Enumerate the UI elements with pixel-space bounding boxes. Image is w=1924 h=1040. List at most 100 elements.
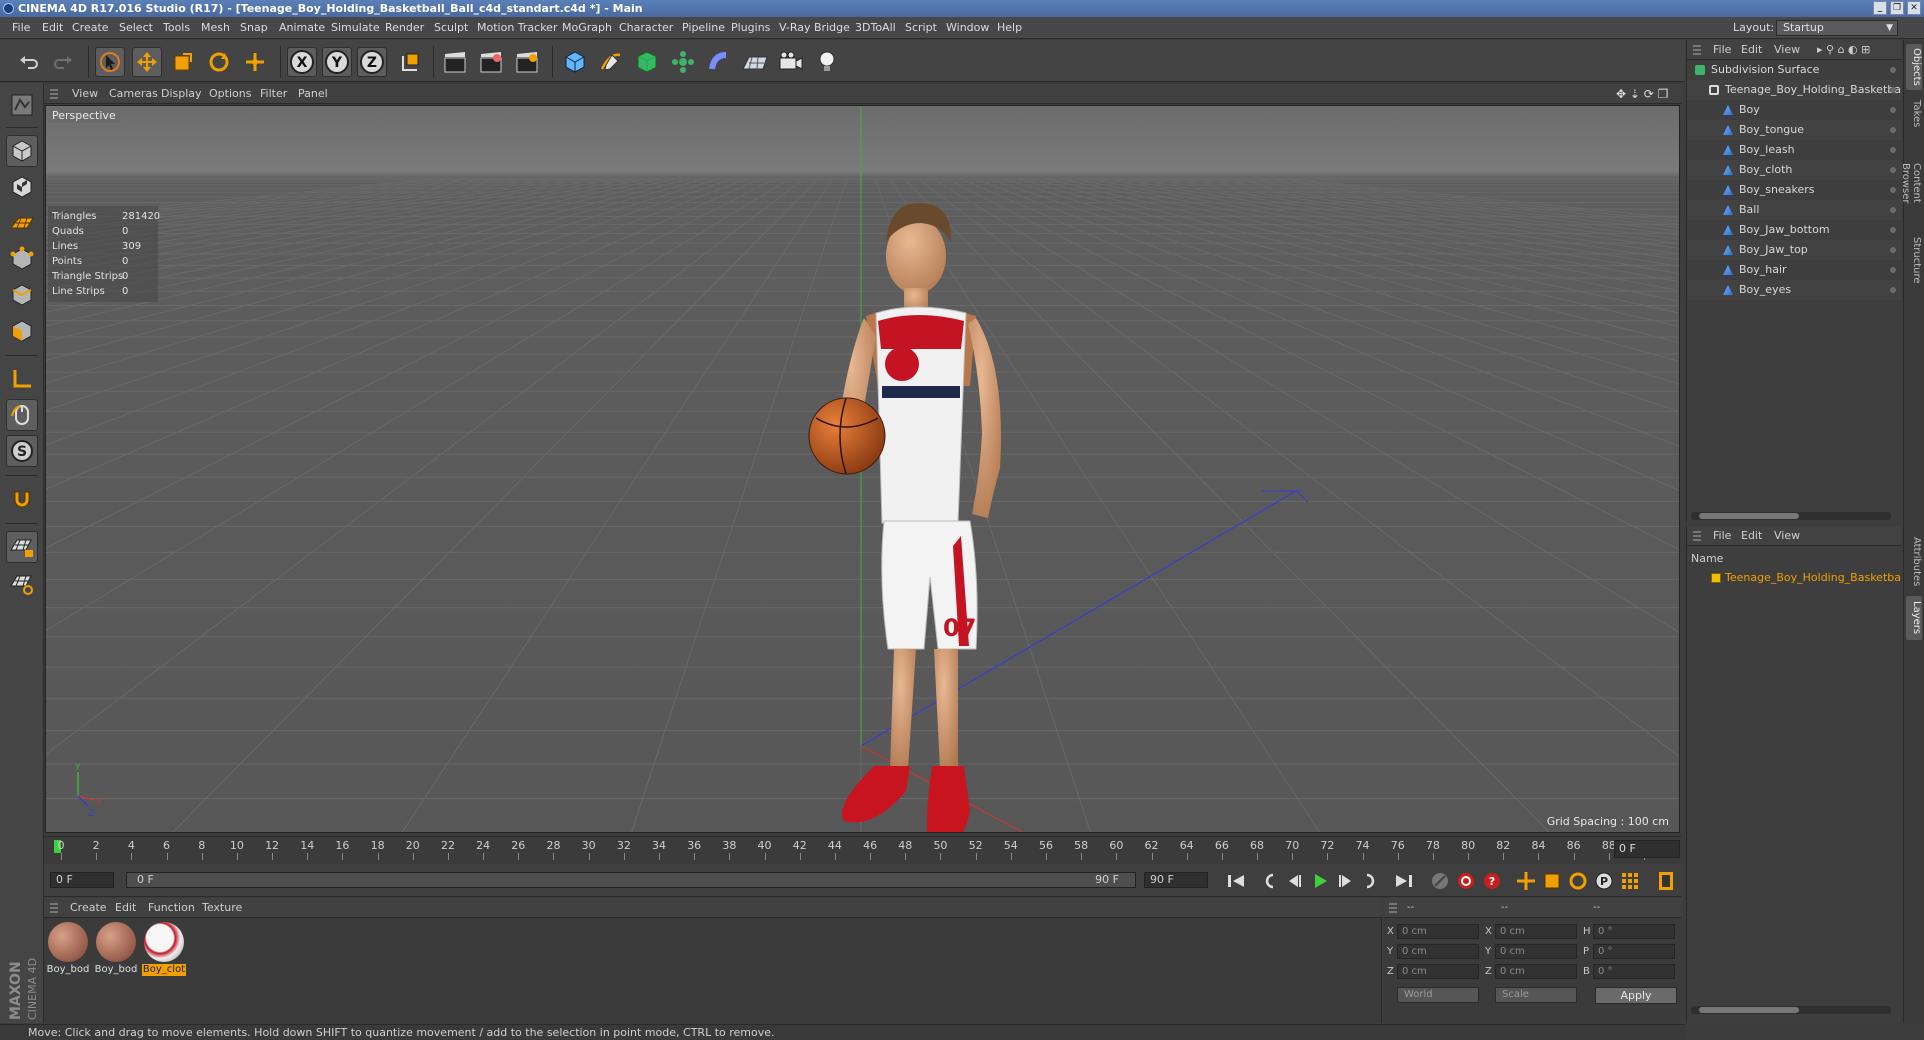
object-tree-row[interactable]: Boy bbox=[1687, 100, 1902, 120]
visibility-dot-icon[interactable] bbox=[1890, 227, 1896, 233]
next-key-button[interactable] bbox=[1360, 870, 1384, 892]
previous-frame-button[interactable] bbox=[1282, 870, 1306, 892]
start-frame-field[interactable]: 0 F bbox=[50, 872, 114, 888]
viewport-nav-icons[interactable]: ✥ ⇣ ⟳ ❐ bbox=[1616, 87, 1668, 101]
locked-workplane-button[interactable] bbox=[6, 531, 38, 563]
tab-structure[interactable]: Structure bbox=[1906, 232, 1922, 288]
menu-tools[interactable]: Tools bbox=[163, 17, 190, 39]
timeline-layout-button[interactable] bbox=[1654, 870, 1678, 892]
tab-attributes[interactable]: Attributes bbox=[1906, 532, 1922, 592]
render-view-button[interactable] bbox=[440, 47, 470, 77]
material-menu-edit[interactable]: Edit bbox=[115, 898, 136, 918]
render-settings-button[interactable] bbox=[512, 47, 542, 77]
size-z-field[interactable]: 0 cm bbox=[1495, 964, 1577, 979]
tweak-mode-button[interactable] bbox=[6, 399, 38, 431]
z-axis-lock-button[interactable]: Z bbox=[357, 47, 387, 77]
redo-button[interactable] bbox=[48, 47, 78, 77]
material-swatch[interactable]: Boy_bod bbox=[94, 922, 138, 980]
viewport-menu-cameras[interactable]: Cameras bbox=[109, 84, 158, 104]
key-pla-button[interactable] bbox=[1618, 870, 1642, 892]
model-mode-button[interactable] bbox=[6, 135, 38, 167]
size-x-field[interactable]: 0 cm bbox=[1495, 924, 1577, 939]
close-button[interactable]: ✕ bbox=[1907, 1, 1921, 15]
object-tree-row[interactable]: Boy_cloth bbox=[1687, 160, 1902, 180]
object-menu-view[interactable]: View bbox=[1774, 40, 1800, 60]
object-manager-scrollbar[interactable] bbox=[1691, 512, 1891, 520]
object-tree-row[interactable]: Boy_Jaw_bottom bbox=[1687, 220, 1902, 240]
visibility-dot-icon[interactable] bbox=[1890, 287, 1896, 293]
material-menu-create[interactable]: Create bbox=[70, 898, 107, 918]
menu-3dtoall[interactable]: 3DToAll bbox=[855, 17, 896, 39]
points-mode-button[interactable] bbox=[6, 243, 38, 275]
previous-key-button[interactable] bbox=[1256, 870, 1280, 892]
rotation-b-field[interactable]: 0 ° bbox=[1593, 964, 1675, 979]
record-keys-button[interactable] bbox=[1428, 870, 1452, 892]
visibility-dot-icon[interactable] bbox=[1890, 147, 1896, 153]
key-parameter-button[interactable]: P bbox=[1592, 870, 1616, 892]
frame-range-slider[interactable]: 0 F 90 F bbox=[126, 872, 1136, 888]
object-menu-file[interactable]: File bbox=[1713, 40, 1731, 60]
x-axis-lock-button[interactable]: X bbox=[287, 47, 317, 77]
material-menu-texture[interactable]: Texture bbox=[202, 898, 242, 918]
scale-tool-button[interactable] bbox=[168, 47, 198, 77]
menu-pipeline[interactable]: Pipeline bbox=[682, 17, 725, 39]
visibility-dot-icon[interactable] bbox=[1890, 267, 1896, 273]
axis-mode-button[interactable] bbox=[6, 363, 38, 395]
object-menu-edit[interactable]: Edit bbox=[1741, 40, 1762, 60]
layer-menu-edit[interactable]: Edit bbox=[1741, 526, 1762, 546]
add-light-button[interactable] bbox=[812, 47, 842, 77]
menu-edit[interactable]: Edit bbox=[42, 17, 63, 39]
layer-row[interactable]: Teenage_Boy_Holding_Basketball_B bbox=[1687, 568, 1902, 588]
go-to-end-button[interactable] bbox=[1392, 870, 1416, 892]
object-tree-row[interactable]: Boy_leash bbox=[1687, 140, 1902, 160]
y-axis-lock-button[interactable]: Y bbox=[322, 47, 352, 77]
key-rotation-button[interactable] bbox=[1566, 870, 1590, 892]
menu-mograph[interactable]: MoGraph bbox=[562, 17, 612, 39]
visibility-dot-icon[interactable] bbox=[1890, 207, 1896, 213]
key-position-button[interactable] bbox=[1514, 870, 1538, 892]
rotation-h-field[interactable]: 0 ° bbox=[1593, 924, 1675, 939]
planar-workplane-button[interactable] bbox=[6, 567, 38, 599]
menu-character[interactable]: Character bbox=[619, 17, 673, 39]
visibility-dot-icon[interactable] bbox=[1890, 127, 1896, 133]
object-tree-row[interactable]: Boy_eyes bbox=[1687, 280, 1902, 300]
layout-dropdown[interactable]: Startup ▼ bbox=[1776, 20, 1898, 36]
snapping-button[interactable]: S bbox=[6, 435, 38, 467]
menu-vray-bridge[interactable]: V-Ray Bridge bbox=[779, 17, 850, 39]
menu-select[interactable]: Select bbox=[119, 17, 153, 39]
position-x-field[interactable]: 0 cm bbox=[1397, 924, 1479, 939]
move-tool-button[interactable] bbox=[132, 47, 162, 77]
magnet-tool-button[interactable] bbox=[6, 483, 38, 515]
key-scale-button[interactable] bbox=[1540, 870, 1564, 892]
menu-simulate[interactable]: Simulate bbox=[331, 17, 380, 39]
visibility-dot-icon[interactable] bbox=[1890, 87, 1896, 93]
edges-mode-button[interactable] bbox=[6, 279, 38, 311]
menu-help[interactable]: Help bbox=[997, 17, 1022, 39]
autokey-button[interactable] bbox=[1454, 870, 1478, 892]
viewport-menu-filter[interactable]: Filter bbox=[260, 84, 287, 104]
object-tree-row[interactable]: Boy_hair bbox=[1687, 260, 1902, 280]
tab-takes[interactable]: Takes bbox=[1906, 94, 1922, 134]
menu-plugins[interactable]: Plugins bbox=[731, 17, 770, 39]
object-tree-row[interactable]: Ball bbox=[1687, 200, 1902, 220]
object-tree-row[interactable]: Boy_sneakers bbox=[1687, 180, 1902, 200]
polygons-mode-button[interactable] bbox=[6, 315, 38, 347]
menu-sculpt[interactable]: Sculpt bbox=[434, 17, 468, 39]
object-tree-row[interactable]: Teenage_Boy_Holding_Basketball_ bbox=[1687, 80, 1902, 100]
add-cube-button[interactable] bbox=[560, 47, 590, 77]
menu-create[interactable]: Create bbox=[72, 17, 109, 39]
object-tree-row[interactable]: Subdivision Surface bbox=[1687, 60, 1902, 80]
end-frame-field[interactable]: 90 F bbox=[1144, 872, 1208, 888]
transform-tool-button[interactable] bbox=[240, 47, 270, 77]
layer-manager-scrollbar[interactable] bbox=[1691, 1006, 1891, 1014]
viewport-menu-display[interactable]: Display bbox=[161, 84, 202, 104]
menu-script[interactable]: Script bbox=[905, 17, 937, 39]
visibility-dot-icon[interactable] bbox=[1890, 247, 1896, 253]
3d-viewport[interactable]: 07 Y X Z Perspective Triangles 281420 Qua… bbox=[45, 105, 1680, 833]
tab-objects[interactable]: Objects bbox=[1906, 44, 1922, 90]
object-tree-row[interactable]: Boy_tongue bbox=[1687, 120, 1902, 140]
tab-content-browser[interactable]: Content Browser bbox=[1900, 138, 1922, 228]
visibility-dot-icon[interactable] bbox=[1890, 167, 1896, 173]
menu-motion-tracker[interactable]: Motion Tracker bbox=[477, 17, 557, 39]
menu-animate[interactable]: Animate bbox=[279, 17, 325, 39]
